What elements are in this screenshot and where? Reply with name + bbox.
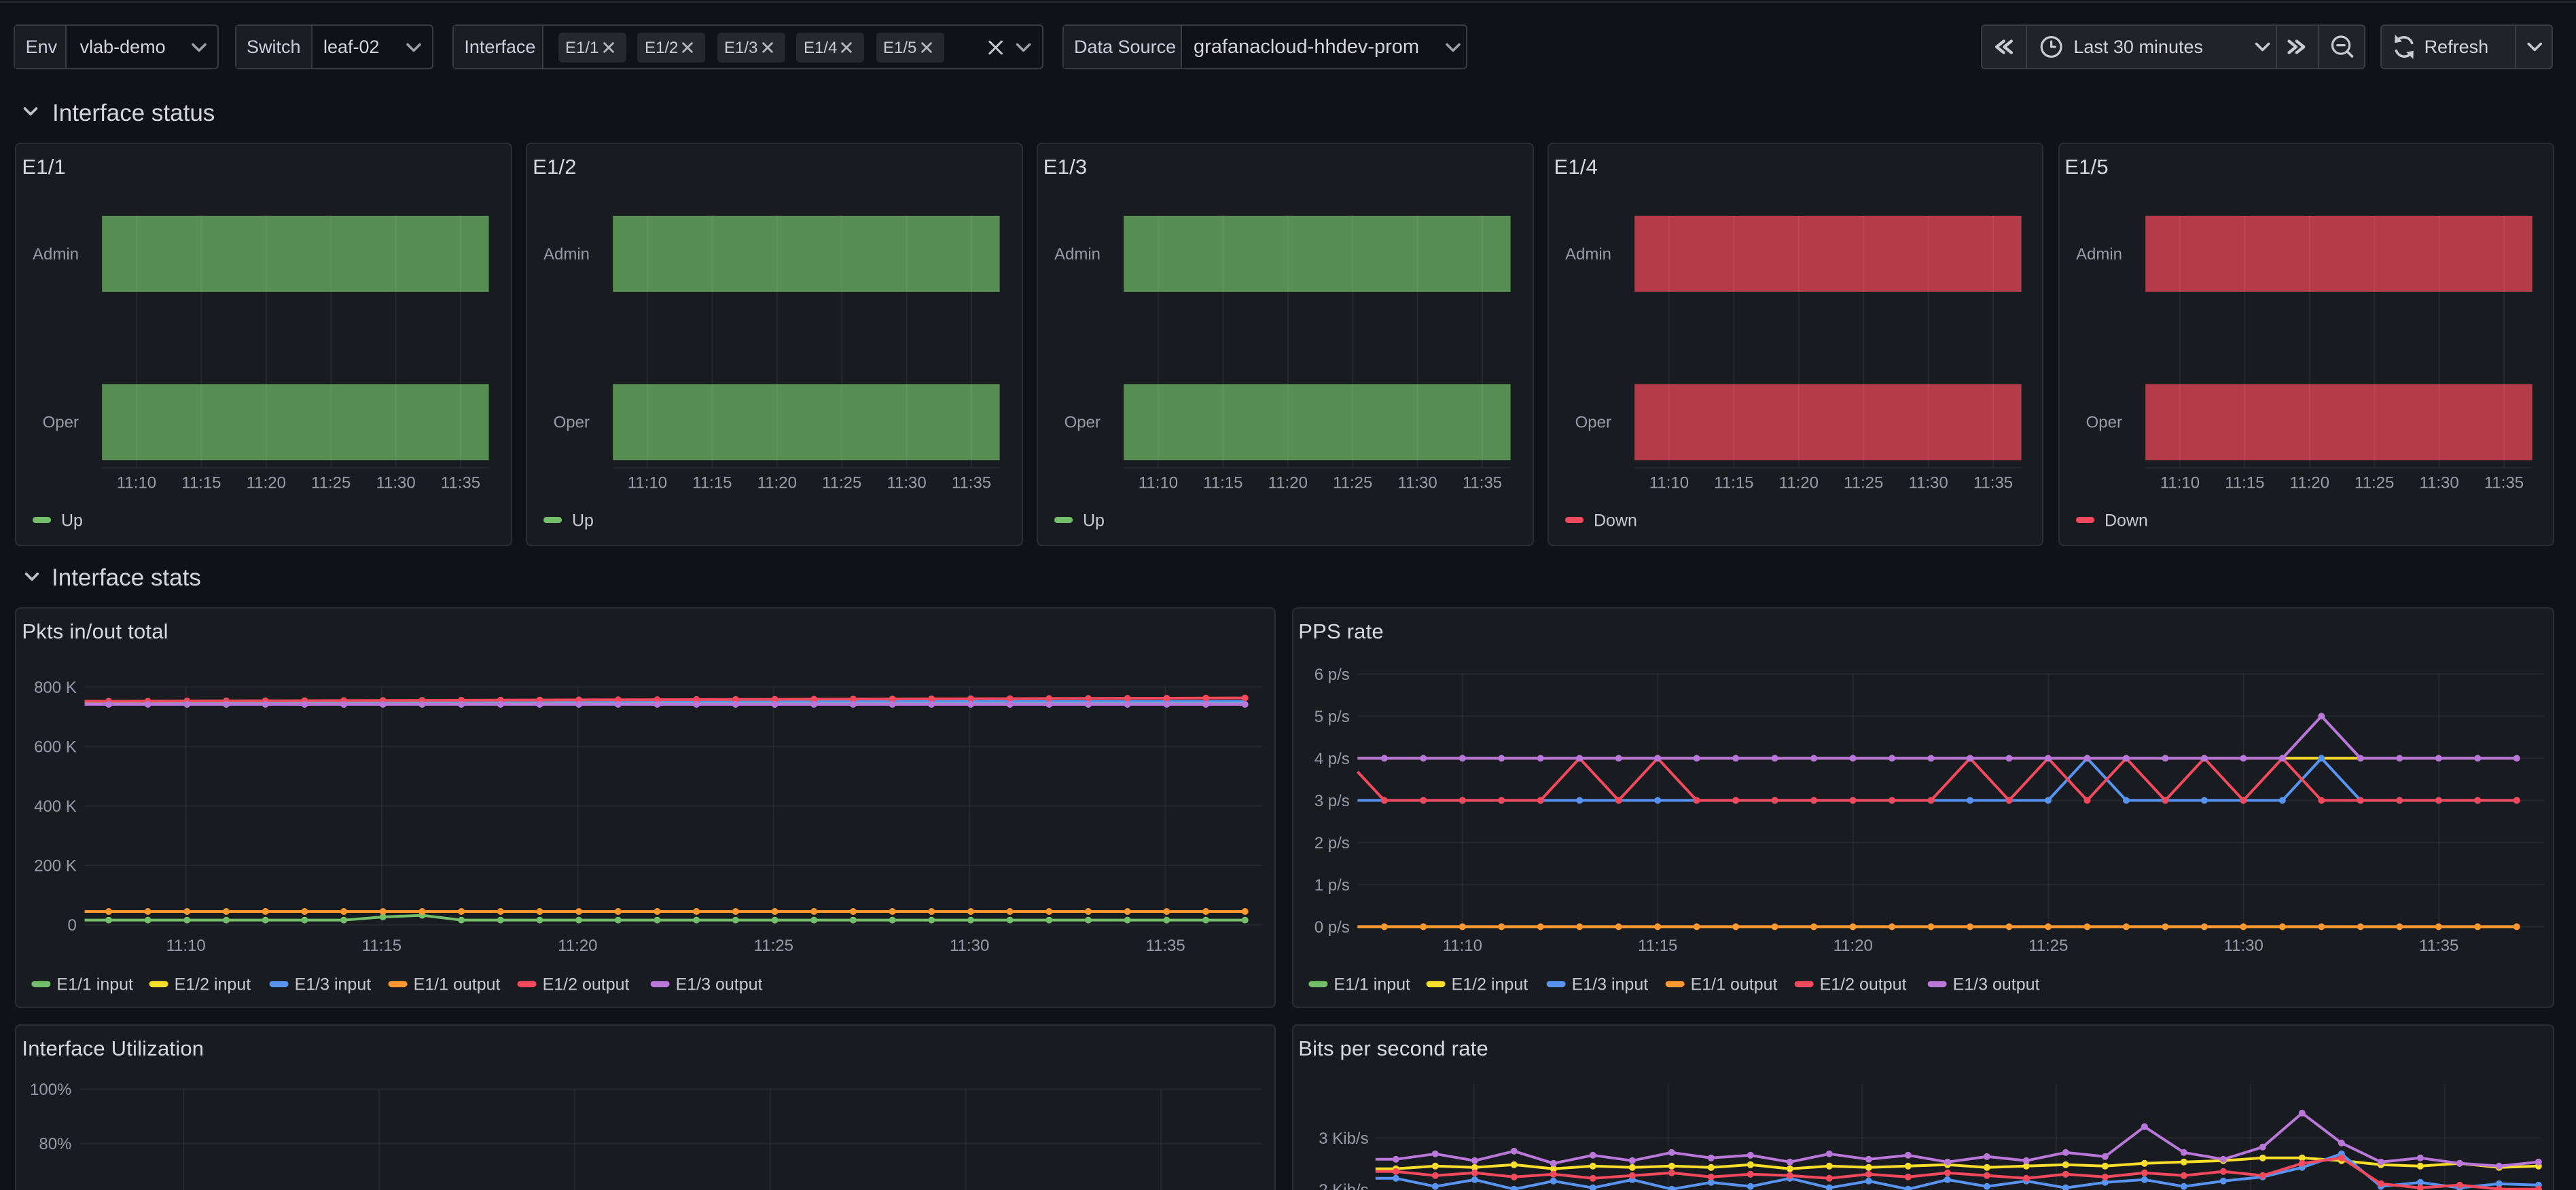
svg-text:11:10: 11:10 <box>166 937 206 955</box>
svg-text:11:35: 11:35 <box>952 474 991 492</box>
svg-text:11:20: 11:20 <box>1778 474 1818 492</box>
svg-text:11:35: 11:35 <box>1973 474 2012 492</box>
svg-text:0 p/s: 0 p/s <box>1314 918 1349 937</box>
svg-text:11:15: 11:15 <box>1203 474 1242 492</box>
svg-text:80%: 80% <box>39 1134 72 1153</box>
svg-text:11:35: 11:35 <box>441 474 480 492</box>
svg-text:Oper: Oper <box>2086 414 2122 432</box>
svg-text:11:25: 11:25 <box>2354 474 2393 492</box>
svg-text:11:35: 11:35 <box>1146 937 1185 955</box>
svg-text:Oper: Oper <box>1064 414 1100 432</box>
svg-text:11:20: 11:20 <box>1833 937 1872 955</box>
svg-text:11:15: 11:15 <box>362 937 401 955</box>
svg-text:11:20: 11:20 <box>558 937 598 955</box>
svg-text:3 p/s: 3 p/s <box>1314 792 1349 810</box>
svg-text:11:30: 11:30 <box>1397 474 1437 492</box>
svg-text:0: 0 <box>68 916 77 935</box>
svg-text:200 K: 200 K <box>34 857 77 876</box>
svg-text:11:35: 11:35 <box>2418 937 2458 955</box>
svg-text:Admin: Admin <box>543 246 590 264</box>
svg-text:11:25: 11:25 <box>1844 474 1883 492</box>
svg-text:11:20: 11:20 <box>2289 474 2329 492</box>
svg-text:6 p/s: 6 p/s <box>1314 666 1349 684</box>
svg-text:11:25: 11:25 <box>754 937 793 955</box>
svg-text:5 p/s: 5 p/s <box>1314 708 1349 726</box>
svg-text:Admin: Admin <box>2075 246 2122 264</box>
svg-text:E1/2 output: E1/2 output <box>1819 975 1906 994</box>
svg-text:11:30: 11:30 <box>2419 474 2458 492</box>
svg-text:4 p/s: 4 p/s <box>1314 750 1349 768</box>
svg-text:Down: Down <box>1594 511 1637 530</box>
svg-text:11:20: 11:20 <box>757 474 797 492</box>
svg-text:11:25: 11:25 <box>1333 474 1372 492</box>
svg-text:Admin: Admin <box>1054 246 1101 264</box>
svg-text:Admin: Admin <box>1564 246 1611 264</box>
svg-text:11:15: 11:15 <box>1637 937 1677 955</box>
svg-text:E1/1 output: E1/1 output <box>414 975 501 994</box>
svg-text:11:30: 11:30 <box>376 474 416 492</box>
svg-text:100%: 100% <box>30 1080 71 1098</box>
svg-text:11:35: 11:35 <box>1463 474 1502 492</box>
svg-text:11:10: 11:10 <box>117 474 156 492</box>
svg-text:11:25: 11:25 <box>311 474 351 492</box>
svg-text:E1/1 output: E1/1 output <box>1690 975 1777 994</box>
svg-text:11:20: 11:20 <box>1268 474 1307 492</box>
svg-text:11:10: 11:10 <box>1139 474 1178 492</box>
svg-text:E1/2 output: E1/2 output <box>543 975 630 994</box>
svg-text:11:10: 11:10 <box>628 474 667 492</box>
svg-text:11:15: 11:15 <box>692 474 732 492</box>
svg-text:11:30: 11:30 <box>887 474 927 492</box>
svg-text:Oper: Oper <box>554 414 590 432</box>
svg-text:11:15: 11:15 <box>1714 474 1753 492</box>
svg-text:11:10: 11:10 <box>2160 474 2199 492</box>
svg-text:11:25: 11:25 <box>2028 937 2067 955</box>
svg-text:1 p/s: 1 p/s <box>1314 876 1349 895</box>
svg-text:E1/3 input: E1/3 input <box>1571 975 1648 994</box>
svg-text:11:15: 11:15 <box>2224 474 2264 492</box>
svg-text:11:30: 11:30 <box>950 937 989 955</box>
svg-text:11:15: 11:15 <box>182 474 221 492</box>
svg-text:2 Kib/s: 2 Kib/s <box>1318 1180 1367 1190</box>
svg-text:11:10: 11:10 <box>1442 937 1482 955</box>
svg-text:600 K: 600 K <box>34 738 77 757</box>
svg-text:E1/2 input: E1/2 input <box>175 975 251 994</box>
svg-text:E1/3 output: E1/3 output <box>1952 975 2039 994</box>
svg-text:400 K: 400 K <box>34 797 77 816</box>
svg-text:E1/3 input: E1/3 input <box>295 975 372 994</box>
svg-text:Up: Up <box>1083 511 1105 530</box>
svg-text:E1/1 input: E1/1 input <box>1334 975 1410 994</box>
svg-text:E1/3 output: E1/3 output <box>676 975 763 994</box>
svg-text:Oper: Oper <box>1575 414 1611 432</box>
svg-text:Down: Down <box>2104 511 2147 530</box>
svg-text:E1/1 input: E1/1 input <box>57 975 134 994</box>
svg-text:E1/2 input: E1/2 input <box>1451 975 1528 994</box>
svg-text:3 Kib/s: 3 Kib/s <box>1318 1129 1367 1147</box>
svg-text:11:35: 11:35 <box>2484 474 2523 492</box>
svg-text:11:20: 11:20 <box>247 474 286 492</box>
svg-text:2 p/s: 2 p/s <box>1314 834 1349 852</box>
svg-text:800 K: 800 K <box>34 679 77 697</box>
svg-text:11:25: 11:25 <box>822 474 861 492</box>
svg-text:11:30: 11:30 <box>1908 474 1948 492</box>
svg-text:11:10: 11:10 <box>1649 474 1688 492</box>
svg-text:Up: Up <box>572 511 594 530</box>
svg-text:11:30: 11:30 <box>2223 937 2263 955</box>
